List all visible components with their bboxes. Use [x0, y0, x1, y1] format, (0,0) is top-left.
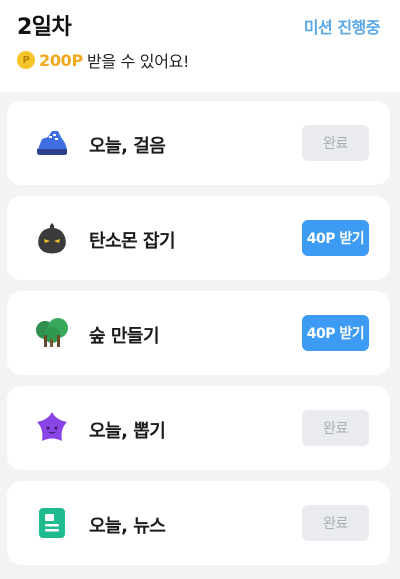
reward-text: 받을 수 있어요!	[86, 52, 190, 71]
header: 2일차 미션 진행중 P 200P 받을 수 있어요!	[0, 0, 400, 92]
mission-label: 오늘, 걸음	[89, 136, 166, 157]
complete-button[interactable]: 완료	[302, 505, 369, 541]
claim-points-button[interactable]: 40P 받기	[302, 315, 369, 351]
mission-card-carbonmon: 탄소몬 잡기 40P 받기	[7, 196, 390, 280]
mission-card-draw: 오늘, 뽑기 완료	[7, 386, 390, 470]
page-title: 2일차	[17, 15, 72, 40]
mission-label: 오늘, 뽑기	[89, 421, 166, 442]
mission-card-forest: 숲 만들기 40P 받기	[7, 291, 390, 375]
claim-points-button[interactable]: 40P 받기	[302, 220, 369, 256]
mission-label: 오늘, 뉴스	[89, 516, 166, 537]
complete-button[interactable]: 완료	[302, 410, 369, 446]
mission-label: 숲 만들기	[89, 326, 160, 347]
complete-button[interactable]: 완료	[302, 125, 369, 161]
news-icon	[34, 505, 70, 541]
point-coin-icon: P	[17, 51, 35, 69]
carbon-monster-icon	[34, 220, 70, 256]
mission-label: 탄소몬 잡기	[89, 231, 176, 252]
purple-star-icon	[34, 410, 70, 446]
tree-icon	[34, 315, 70, 351]
mission-card-news: 오늘, 뉴스 완료	[7, 481, 390, 565]
mission-status-link[interactable]: 미션 진행중	[304, 14, 381, 38]
sneaker-icon	[34, 125, 70, 161]
reward-summary: P 200P 받을 수 있어요!	[17, 48, 189, 72]
mission-card-walk: 오늘, 걸음 완료	[7, 101, 390, 185]
reward-points: 200P	[39, 50, 83, 70]
